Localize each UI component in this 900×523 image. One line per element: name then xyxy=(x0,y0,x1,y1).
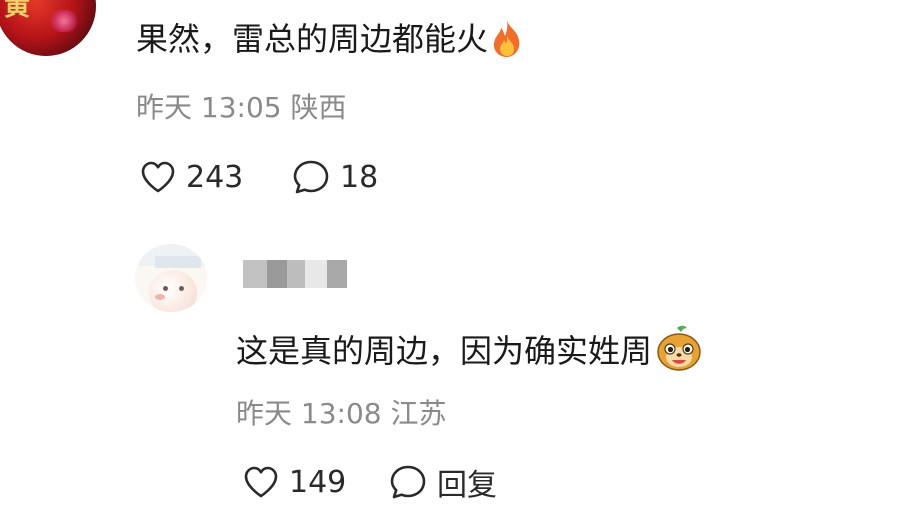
reply-actions: 149 回复 xyxy=(243,460,497,504)
comment-bubble-icon xyxy=(390,465,426,499)
meerkat-emoji-icon xyxy=(657,325,701,371)
heart-icon xyxy=(141,161,175,193)
replier-username-blurred[interactable] xyxy=(243,260,347,288)
reply-time: 昨天 13:08 xyxy=(236,397,382,430)
comment-text: 果然，雷总的周边都能火 xyxy=(136,20,489,58)
comment-actions: 243 18 xyxy=(140,155,378,199)
comment-location: 陕西 xyxy=(290,91,347,124)
reply-text: 这是真的周边，因为确实姓周 xyxy=(236,332,653,370)
reply-button[interactable]: 回复 xyxy=(389,460,497,504)
commenter-avatar[interactable]: 黄 xyxy=(0,0,96,56)
reply-location: 江苏 xyxy=(390,397,447,430)
reply-button-label: 回复 xyxy=(437,468,497,503)
avatar-decoration xyxy=(50,10,78,32)
reply-count-button[interactable]: 18 xyxy=(292,159,378,195)
comment-text-line: 果然，雷总的周边都能火 xyxy=(136,17,524,61)
like-count: 243 xyxy=(186,159,244,195)
reply-text-line: 这是真的周边，因为确实姓周 xyxy=(236,324,702,373)
reply-like-button[interactable]: 149 xyxy=(243,465,389,500)
heart-icon xyxy=(244,466,278,498)
replier-avatar[interactable] xyxy=(135,244,207,312)
comment-bubble-icon xyxy=(293,160,329,194)
reply-meta: 昨天 13:08 江苏 xyxy=(236,396,447,432)
avatar-glyph: 黄 xyxy=(4,0,31,22)
like-button[interactable]: 243 xyxy=(140,160,292,195)
comment-meta: 昨天 13:05 陕西 xyxy=(136,90,347,126)
fire-icon xyxy=(493,20,520,57)
reply-count: 18 xyxy=(340,159,379,195)
reply-like-count: 149 xyxy=(289,464,347,500)
comment-time: 昨天 13:05 xyxy=(136,91,282,124)
